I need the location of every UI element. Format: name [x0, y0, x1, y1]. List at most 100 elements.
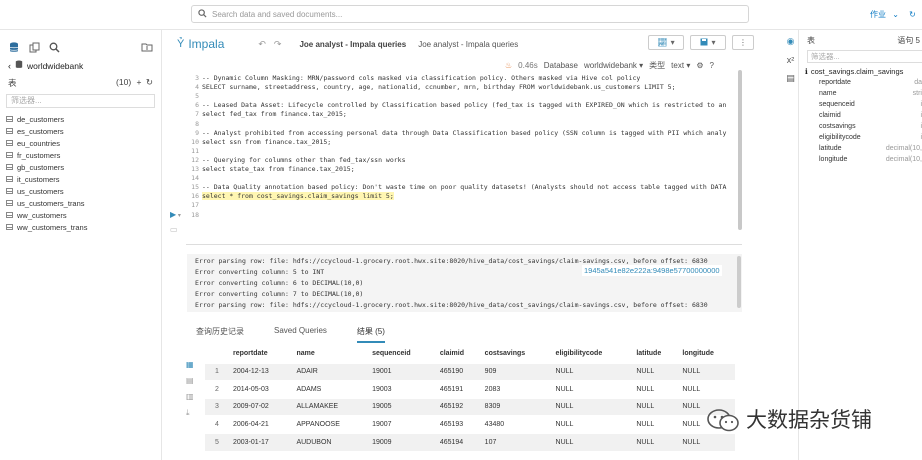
right-column-item[interactable]: reportdate da: [819, 79, 922, 90]
grid-view-icon[interactable]: ▦: [186, 360, 194, 369]
right-column-item[interactable]: eligibilitycode i: [819, 134, 922, 145]
right-column-item[interactable]: name stri: [819, 90, 922, 101]
code-line[interactable]: SELECT surname, streetaddress, country, …: [202, 83, 676, 91]
table-item-ww_customers_trans[interactable]: ww_customers_trans: [6, 221, 155, 233]
cell-name: APPANOOSE: [292, 415, 369, 433]
right-column-item[interactable]: longitude decimal(10,: [819, 156, 922, 167]
table-row[interactable]: 1 2004-12-13 ADAIR 19001 465190 909 NULL NULL NU…: [205, 362, 735, 381]
database-breadcrumb[interactable]: ‹ worldwidebank: [0, 56, 161, 75]
cell-claimid: 465191: [435, 380, 481, 398]
undo-icon[interactable]: ↶: [258, 39, 266, 50]
chart-button[interactable]: 📈︎ ▾: [648, 35, 684, 50]
database-select[interactable]: worldwidebank ▾: [584, 61, 643, 70]
table-item-fr_customers[interactable]: fr_customers: [6, 149, 155, 161]
row-number: 4: [205, 415, 229, 433]
table-row[interactable]: 2 2014-05-03 ADAMS 19003 465191 2083 NULL NULL N…: [205, 380, 735, 398]
redo-icon[interactable]: ↷: [274, 39, 282, 50]
gear-icon[interactable]: ⚙: [696, 61, 703, 70]
log-scrollbar[interactable]: [737, 256, 741, 308]
code-line[interactable]: select fed_tax from finance.tax_2015;: [202, 110, 347, 118]
jobs-button[interactable]: 作业 ⌄ ↻: [870, 9, 916, 20]
add-icon[interactable]: +: [137, 77, 142, 87]
compass-icon[interactable]: ◉: [787, 36, 795, 47]
editor-divider[interactable]: [186, 244, 742, 245]
table-row[interactable]: 3 2009-07-02 ALLAMAKEE 19005 465192 8309 NULL N…: [205, 397, 735, 416]
table-row[interactable]: 4 2006-04-21 APPANOOSE 19007 465193 43480 NULL…: [205, 415, 735, 433]
help-icon[interactable]: ?: [710, 61, 714, 70]
tab-results[interactable]: 结果 (5): [356, 326, 385, 343]
type-select[interactable]: text ▾: [671, 61, 690, 70]
chart-view-icon[interactable]: ▤: [186, 376, 194, 385]
table-item-ww_customers[interactable]: ww_customers: [6, 209, 155, 221]
table-item-de_customers[interactable]: de_customers: [6, 113, 155, 125]
table-item-es_customers[interactable]: es_customers: [6, 125, 155, 137]
table-item-us_customers[interactable]: us_customers: [6, 185, 155, 197]
table-item-eu_countries[interactable]: eu_countries: [6, 137, 155, 149]
right-column-item[interactable]: sequenceid i: [819, 101, 922, 112]
tab-query-history[interactable]: 查询历史记录: [196, 326, 244, 343]
code-line[interactable]: select state_tax from finance.tax_2015;: [202, 165, 355, 173]
table-item-us_customers_trans[interactable]: us_customers_trans: [6, 197, 155, 209]
chevron-left-icon[interactable]: ‹: [8, 61, 11, 71]
code-line[interactable]: -- Analyst prohibited from accessing per…: [202, 129, 726, 137]
search-placeholder: Search data and saved documents...: [212, 9, 343, 19]
column-header-latitude[interactable]: latitude: [632, 344, 678, 363]
type-select-value: text: [671, 61, 685, 70]
query-title[interactable]: Joe analyst - Impala queries: [299, 40, 406, 49]
right-column-item[interactable]: claimid i: [819, 112, 922, 123]
table-item-gb_customers[interactable]: gb_customers: [6, 161, 155, 173]
more-button[interactable]: ⋮: [732, 35, 754, 50]
column-header-reportdate[interactable]: reportdate: [229, 344, 292, 363]
column-header-name[interactable]: name: [292, 344, 368, 363]
line-number: 8: [195, 119, 199, 128]
table-filter-input[interactable]: 筛选器...: [6, 94, 155, 108]
column-header-costsavings[interactable]: costsavings: [481, 344, 552, 363]
code-line[interactable]: -- Dynamic Column Masking: MRN/password …: [202, 74, 640, 82]
table-name: ww_customers_trans: [17, 222, 88, 232]
right-column-item[interactable]: costsavings i: [819, 123, 922, 134]
editor-scrollbar[interactable]: [738, 70, 742, 230]
job-id-link[interactable]: 1945a541e82e222a:9498e57700000000: [582, 265, 722, 276]
history-icon[interactable]: ↻: [909, 10, 916, 19]
column-header-claimid[interactable]: claimid: [436, 344, 481, 363]
save-button[interactable]: ▾: [690, 35, 726, 50]
right-table-item[interactable]: ℹ cost_savings.claim_savings: [803, 67, 922, 79]
code-line[interactable]: select * from cost_savings.claim_savings…: [202, 192, 394, 201]
left-assist-panel: ‹ worldwidebank 表 (10) + ↻ 筛选器... de_cus…: [0, 30, 162, 460]
info-icon[interactable]: ℹ: [805, 67, 808, 76]
columns-icon[interactable]: ▥: [186, 392, 194, 401]
snippet-icon: ▭: [170, 225, 178, 234]
right-column-item[interactable]: latitude decimal(10,: [819, 145, 922, 156]
column-type: decimal(10,: [885, 145, 922, 152]
database-name: worldwidebank: [27, 60, 84, 71]
database-icon[interactable]: [8, 41, 20, 53]
snippet-toggle[interactable]: ▭: [170, 225, 178, 234]
cell-longitude: NULL: [678, 432, 735, 451]
column-header-sequenceid[interactable]: sequenceid: [368, 344, 436, 363]
database-label: Database: [543, 61, 578, 70]
tab-saved-queries[interactable]: Saved Queries: [274, 326, 327, 343]
table-row[interactable]: 5 2003-01-17 AUDUBON 19009 465194 107 NULL NULL…: [205, 432, 735, 451]
table-icon: [6, 212, 13, 218]
cell-reportdate: 2014-05-03: [229, 380, 293, 398]
column-header-eligibilitycode[interactable]: eligibilitycode: [552, 344, 633, 363]
table-item-it_customers[interactable]: it_customers: [6, 173, 155, 185]
query-description[interactable]: Joe analyst - Impala queries: [418, 40, 518, 49]
global-search-input[interactable]: Search data and saved documents...: [191, 5, 749, 23]
code-line[interactable]: -- Data Quality annotation based policy:…: [202, 183, 726, 191]
code-line[interactable]: select ssn from finance.tax_2015;: [202, 138, 331, 146]
search-index-icon[interactable]: [48, 41, 60, 53]
documents-icon[interactable]: [28, 41, 40, 53]
book-icon[interactable]: ▤: [786, 73, 795, 84]
table-list: de_customers es_customers eu_countries fr_c…: [0, 111, 161, 235]
code-line[interactable]: -- Querying for columns other than fed_t…: [202, 156, 406, 164]
sql-editor[interactable]: 3 -- Dynamic Column Masking: MRN/password…: [186, 72, 738, 232]
refresh-icon[interactable]: ↻: [146, 77, 153, 87]
function-icon[interactable]: x²: [787, 55, 795, 65]
code-line[interactable]: -- Leased Data Asset: Lifecycle controll…: [202, 101, 726, 109]
folder-upload-icon[interactable]: [141, 41, 153, 53]
right-filter-input[interactable]: 筛选器...: [807, 50, 922, 63]
download-icon[interactable]: ⤓: [186, 408, 194, 418]
column-header-longitude[interactable]: longitude: [678, 344, 735, 363]
run-button[interactable]: ▶ ▾: [170, 210, 181, 219]
